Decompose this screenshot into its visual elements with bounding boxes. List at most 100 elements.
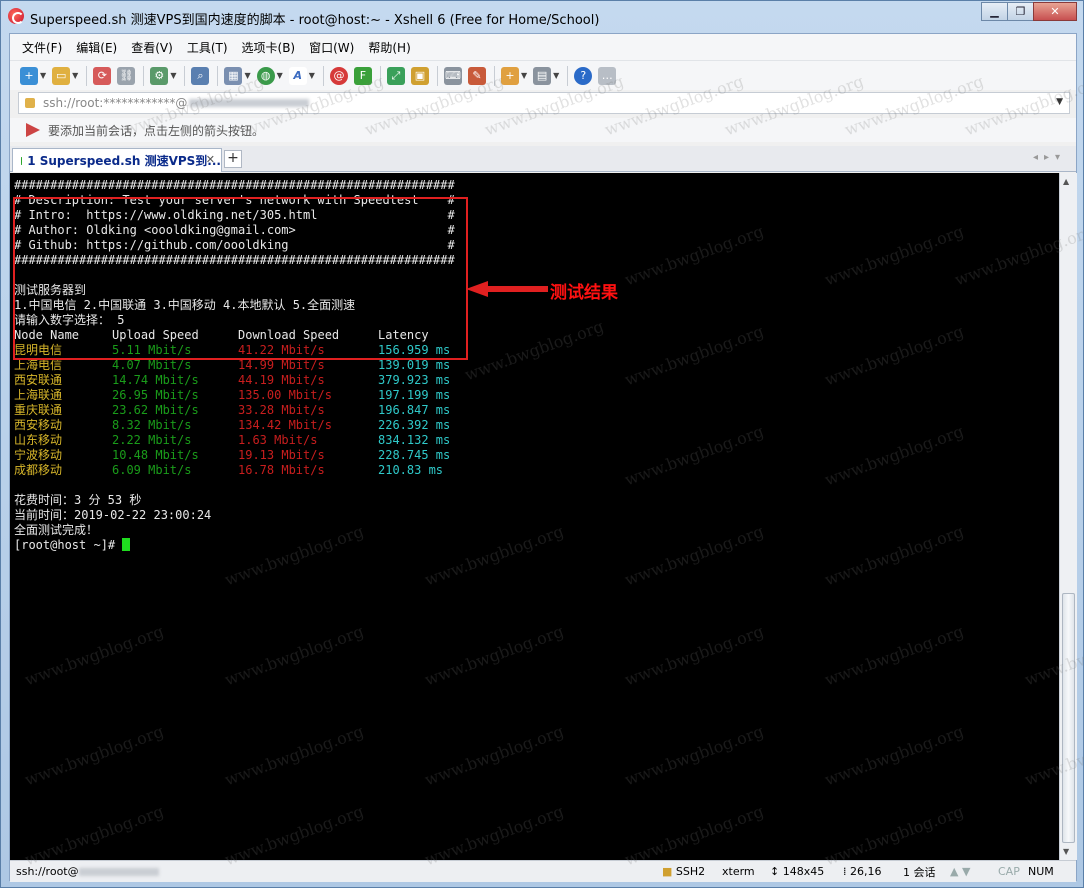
cell-upload: 4.07 Mbit/s [112,358,192,372]
shell-prompt-line: [root@host ~]# [14,538,1059,553]
cell-node: 上海联通 [14,388,63,402]
cursor-position-icon: ⁞ [843,865,847,878]
xftp-icon[interactable]: F [353,66,372,85]
menu-bar: 文件(F) 编辑(E) 查看(V) 工具(T) 选项卡(B) 窗口(W) 帮助(… [10,34,1076,60]
status-connection-text: ssh://root@ [16,865,79,878]
highlight-icon[interactable]: ✎ [467,66,486,85]
find-icon[interactable]: ⌕ [191,66,210,85]
scroll-up-icon[interactable]: ▲ [1063,177,1069,186]
cell-node: 山东移动 [14,433,63,447]
scroll-down-icon[interactable]: ▼ [1063,847,1069,856]
cell-latency: 834.132 ms [378,433,451,447]
new-tab-group-icon[interactable]: + [500,66,519,85]
help-icon[interactable]: ? [574,66,593,85]
menu-window[interactable]: 窗口(W) [309,39,354,56]
toolbar: + ▼ ▭ ▼ ⟳ ⛓ ⚙ ▼ ⌕ ▦ ▼ ◍ ▼ A ▼ @ F ⤢ ▣ ⌨ ✎ + ▼ ▤… [10,60,1076,90]
open-folder-icon[interactable]: ▭ [52,66,71,85]
cell-node: 西安移动 [14,418,63,432]
xshell-app-icon[interactable] [8,8,24,24]
cell-download: 1.63 Mbit/s [238,433,318,447]
session-hint-bar: 要添加当前会话，点击左侧的箭头按钮。 [10,118,1076,142]
fullscreen-icon[interactable]: ⤢ [386,66,405,85]
window-controls: ▁ ❐ ✕ [981,2,1077,21]
lock-icon[interactable]: ▣ [410,66,429,85]
table-row: 宁波移动 10.48 Mbit/s 19.13 Mbit/s 228.745 ms [14,448,1059,463]
cell-upload: 10.48 Mbit/s [112,448,199,462]
redacted-host [78,868,159,876]
chevron-down-icon[interactable]: ▼ [72,71,78,80]
status-bar: ssh://root@ ■ SSH2 xterm ↕ 148x45 ⁞ 26,1… [10,860,1076,882]
chevron-down-icon[interactable]: ▼ [170,71,176,80]
menu-tools[interactable]: 工具(T) [187,39,228,56]
restore-button[interactable]: ❐ [1007,2,1034,21]
chevron-down-icon[interactable]: ▼ [521,71,527,80]
minimize-button[interactable]: ▁ [981,2,1008,21]
status-terminal-type: xterm [722,865,755,878]
resize-icon: ↕ [770,865,780,878]
scrollbar-thumb[interactable] [1062,593,1075,843]
xshell-icon[interactable]: @ [329,66,348,85]
close-icon: ✕ [1050,5,1060,18]
cell-upload: 8.32 Mbit/s [112,418,192,432]
address-bar[interactable]: ssh://root:************@ ▼ [18,92,1070,114]
status-num: NUM [1028,865,1054,878]
tab-scroll-arrows[interactable]: ◂▸▾ [1033,152,1066,163]
tab-superspeed[interactable]: 1 Superspeed.sh 测速VPS到... ✕ [12,148,222,172]
terminal-scrollbar[interactable]: ▲ ▼ [1059,173,1077,860]
new-session-icon[interactable]: + [20,66,38,85]
globe-icon[interactable]: ◍ [256,66,275,85]
status-cursor-text: 26,16 [850,865,882,878]
menu-help[interactable]: 帮助(H) [368,39,410,56]
toolbar-separator [379,65,381,86]
reconnect-icon[interactable]: ⟳ [93,66,112,85]
cell-download: 135.00 Mbit/s [238,388,332,402]
close-button[interactable]: ✕ [1033,2,1077,21]
cell-download: 33.28 Mbit/s [238,403,325,417]
arrow-right-icon[interactable] [26,123,40,137]
chevron-down-icon[interactable]: ▼ [309,71,315,80]
tab-bar: 1 Superspeed.sh 测速VPS到... ✕ + ◂▸▾ [10,146,1076,172]
shell-prompt: [root@host ~]# [14,538,123,552]
restore-icon: ❐ [1015,5,1026,18]
chevron-down-icon[interactable]: ▼ [553,71,559,80]
status-cursor: ⁞ 26,16 [843,865,882,878]
comment-icon[interactable]: … [598,66,617,85]
chevron-down-icon[interactable]: ▼ [1056,97,1063,107]
toolbar-separator [567,65,569,86]
status-caps: CAP [998,865,1020,878]
cell-node: 西安联通 [14,373,63,387]
session-nav-icon[interactable]: ▲ ▼ [950,865,970,878]
redacted-host [189,99,310,107]
disconnect-icon[interactable]: ⛓ [117,66,136,85]
cell-download: 19.13 Mbit/s [238,448,325,462]
chevron-down-icon[interactable]: ▼ [277,71,283,80]
cell-download: 14.99 Mbit/s [238,358,325,372]
menu-edit[interactable]: 编辑(E) [76,39,117,56]
toolbar-separator [436,65,438,86]
title-bar[interactable]: Superspeed.sh 测速VPS到国内速度的脚本 - root@host:… [1,1,1083,33]
terminal-cursor [122,538,131,551]
status-size-text: 148x45 [782,865,825,878]
keyboard-icon[interactable]: ⌨ [443,66,462,85]
client-area: 文件(F) 编辑(E) 查看(V) 工具(T) 选项卡(B) 窗口(W) 帮助(… [9,33,1077,882]
chevron-down-icon[interactable]: ▼ [40,71,46,80]
menu-file[interactable]: 文件(F) [22,39,62,56]
cell-latency: 228.745 ms [378,448,451,462]
menu-tabs[interactable]: 选项卡(B) [242,39,296,56]
properties-icon[interactable]: ⚙ [150,66,169,85]
tab-close-icon[interactable]: ✕ [206,153,215,166]
lock-icon: ■ [662,865,673,878]
result-annotation: 测试结果 [550,283,618,303]
layout-icon[interactable]: ▦ [224,66,243,85]
font-icon[interactable]: A [288,66,307,85]
menu-view[interactable]: 查看(V) [131,39,173,56]
cell-latency: 210.83 ms [378,463,444,477]
tile-icon[interactable]: ▤ [533,66,552,85]
table-row: 成都移动 6.09 Mbit/s 16.78 Mbit/s 210.83 ms [14,463,1059,478]
add-tab-button[interactable]: + [224,150,242,168]
cell-download: 16.78 Mbit/s [238,463,325,477]
window-title: Superspeed.sh 测速VPS到国内速度的脚本 - root@host:… [30,13,600,28]
table-row: 重庆联通 23.62 Mbit/s 33.28 Mbit/s 196.847 ms [14,403,1059,418]
chevron-down-icon[interactable]: ▼ [244,71,250,80]
address-value[interactable]: ssh://root:************@ [43,96,187,110]
